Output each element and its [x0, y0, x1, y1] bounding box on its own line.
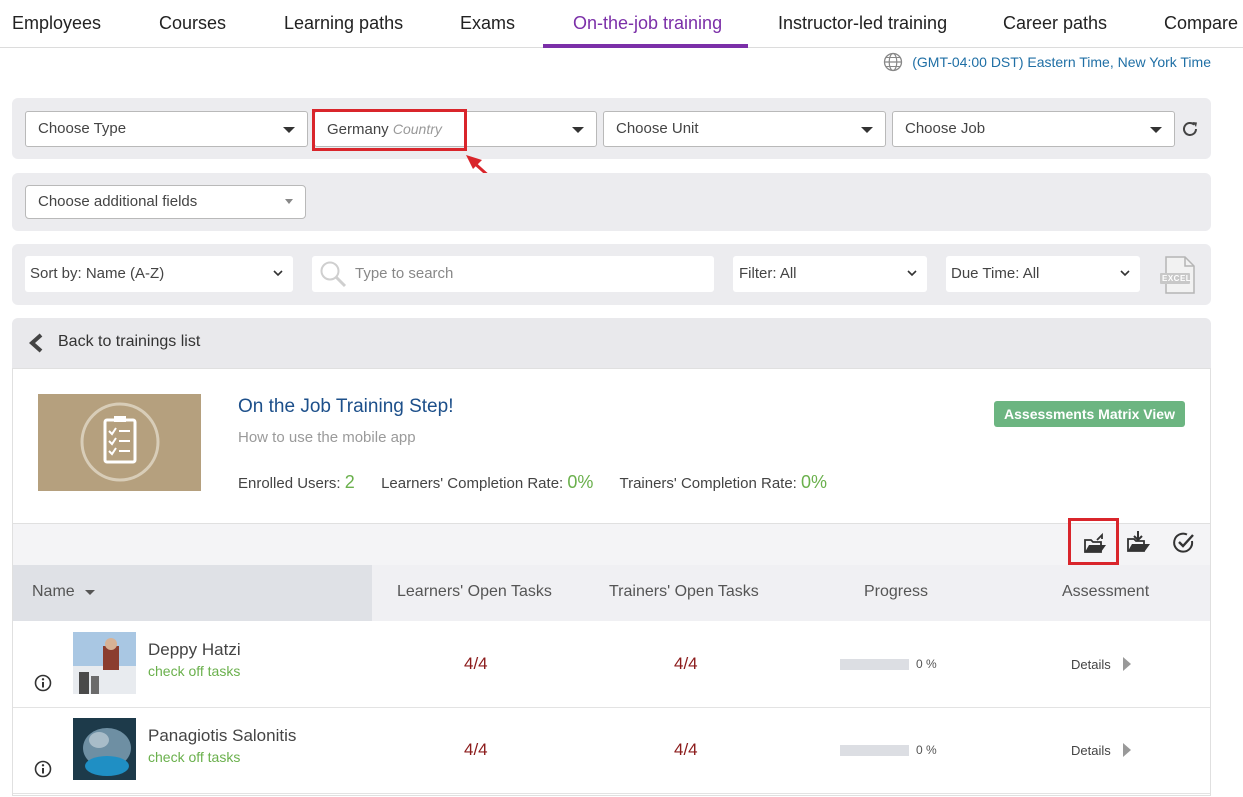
tab-on-the-job-training[interactable]: On-the-job training: [573, 0, 722, 48]
avatar: [73, 718, 136, 780]
check-off-tasks-link[interactable]: check off tasks: [148, 663, 240, 679]
sort-caret-icon: [85, 590, 95, 595]
assessments-matrix-button[interactable]: Assessments Matrix View: [994, 401, 1185, 427]
tab-employees[interactable]: Employees: [12, 0, 101, 48]
enrolled-label: Enrolled Users:: [238, 475, 341, 492]
details-link[interactable]: Details: [1071, 743, 1111, 758]
due-time-select-label: Due Time: All: [951, 265, 1040, 282]
back-to-trainings-link[interactable]: Back to trainings list: [58, 333, 200, 351]
chevron-down-icon: [861, 127, 873, 133]
filter-select-label: Filter: All: [739, 265, 797, 282]
chevron-down-icon: [1120, 270, 1130, 277]
chevron-down-icon: [1150, 127, 1162, 133]
unit-select-label: Choose Unit: [616, 120, 699, 137]
chevron-down-icon: [572, 127, 584, 133]
check-off-tasks-link[interactable]: check off tasks: [148, 749, 240, 765]
table-row: Deppy Hatzi check off tasks 4/4 4/4 0 % …: [13, 622, 1210, 708]
learners-rate-value: 0%: [567, 472, 594, 492]
training-stats: Enrolled Users: 2 Learners' Completion R…: [238, 472, 827, 493]
excel-label: EXCEL: [1162, 274, 1192, 283]
learners-rate-label: Learners' Completion Rate:: [381, 475, 564, 492]
additional-fields-label: Choose additional fields: [38, 193, 198, 210]
name-header-label: Name: [32, 583, 75, 600]
filter-select[interactable]: Filter: All: [733, 256, 927, 292]
progress-text: 0 %: [916, 743, 937, 757]
progress-header: Progress: [864, 583, 929, 600]
highlight-box: [1068, 518, 1119, 565]
training-subtitle: How to use the mobile app: [238, 429, 416, 446]
sort-select[interactable]: Sort by: Name (A-Z): [25, 256, 293, 292]
learners-open-tasks: 4/4: [464, 654, 488, 673]
tab-courses[interactable]: Courses: [159, 0, 226, 48]
training-thumbnail: [38, 394, 201, 491]
table-row: Panagiotis Salonitis check off tasks 4/4…: [13, 708, 1210, 794]
additional-fields-select[interactable]: Choose additional fields: [25, 185, 306, 219]
name-column-header[interactable]: Name: [13, 565, 372, 621]
due-time-select[interactable]: Due Time: All: [946, 256, 1140, 292]
progress-bar: [840, 659, 909, 670]
chevron-down-icon: [273, 270, 283, 277]
avatar: [73, 632, 136, 694]
job-select-label: Choose Job: [905, 120, 986, 137]
unit-select[interactable]: Choose Unit: [603, 111, 886, 147]
info-icon[interactable]: [34, 674, 52, 692]
trainers-open-tasks: 4/4: [674, 654, 698, 673]
search-icon: [320, 261, 347, 288]
excel-export-button[interactable]: EXCEL: [1158, 256, 1198, 294]
learners-open-tasks: 4/4: [464, 740, 488, 759]
job-select[interactable]: Choose Job: [892, 111, 1175, 147]
tab-exams[interactable]: Exams: [460, 0, 515, 48]
trainers-open-tasks: 4/4: [674, 740, 698, 759]
chevron-down-icon: [285, 199, 293, 204]
user-name[interactable]: Deppy Hatzi: [148, 640, 241, 660]
trainers-open-tasks-header: Trainers' Open Tasks: [609, 583, 759, 600]
chevron-right-icon[interactable]: [1123, 657, 1131, 671]
enrolled-value: 2: [344, 472, 355, 492]
chevron-down-icon: [283, 127, 295, 133]
check-circle-icon[interactable]: [1172, 531, 1196, 555]
tab-instructor-led-training[interactable]: Instructor-led training: [778, 0, 947, 48]
chevron-right-icon[interactable]: [1123, 743, 1131, 757]
active-tab-underline: [543, 44, 748, 48]
globe-icon: [884, 52, 903, 72]
training-title[interactable]: On the Job Training Step!: [238, 396, 453, 418]
refresh-icon[interactable]: [1181, 120, 1199, 138]
user-name[interactable]: Panagiotis Salonitis: [148, 726, 296, 746]
action-strip: [13, 523, 1210, 565]
folder-download-icon[interactable]: [1127, 530, 1151, 554]
learners-open-tasks-header: Learners' Open Tasks: [397, 583, 552, 600]
info-icon[interactable]: [34, 760, 52, 778]
back-bar[interactable]: Back to trainings list: [12, 318, 1211, 368]
highlight-box: [312, 109, 467, 151]
trainers-rate-value: 0%: [801, 472, 828, 492]
search-input[interactable]: Type to search: [312, 256, 714, 292]
chevron-down-icon: [907, 270, 917, 277]
timezone-label: (GMT-04:00 DST) Eastern Time, New York T…: [912, 54, 1211, 70]
details-link[interactable]: Details: [1071, 657, 1111, 672]
search-placeholder: Type to search: [355, 265, 454, 282]
tab-compare[interactable]: Compare: [1164, 0, 1238, 48]
assessment-header: Assessment: [1062, 583, 1150, 600]
table-header: Name Learners' Open Tasks Trainers' Open…: [13, 565, 1210, 621]
timezone-selector[interactable]: (GMT-04:00 DST) Eastern Time, New York T…: [883, 52, 1211, 72]
trainers-rate-label: Trainers' Completion Rate:: [619, 475, 797, 492]
checklist-icon: [80, 402, 160, 482]
sort-select-label: Sort by: Name (A-Z): [30, 265, 165, 282]
top-navigation: Employees Courses Learning paths Exams O…: [0, 0, 1243, 48]
tab-career-paths[interactable]: Career paths: [1003, 0, 1107, 48]
progress-bar: [840, 745, 909, 756]
type-select-label: Choose Type: [38, 120, 127, 137]
type-select[interactable]: Choose Type: [25, 111, 308, 147]
tab-learning-paths[interactable]: Learning paths: [284, 0, 403, 48]
chevron-left-icon: [28, 333, 43, 353]
progress-text: 0 %: [916, 657, 937, 671]
